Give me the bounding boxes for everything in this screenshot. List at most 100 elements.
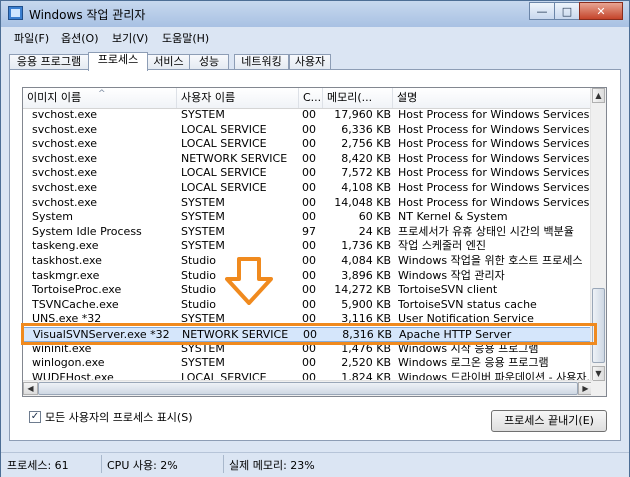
cell-description: Windows 작업 관리자 <box>398 268 505 282</box>
table-row[interactable]: svchost.exe LOCAL SERVICE 00 4,108 KB Host P… <box>23 181 593 196</box>
cell-user-name: SYSTEM <box>181 239 225 253</box>
cell-memory: 2,520 KB <box>341 356 391 370</box>
cell-description: Host Process for Windows Services <box>398 108 590 121</box>
cell-memory: 3,896 KB <box>341 268 391 282</box>
column-description-label: 설명 <box>397 91 418 104</box>
process-list[interactable]: 이미지 이름 ^ 사용자 이름 C... 메모리(... 설명 svchost.… <box>22 87 607 397</box>
table-row[interactable]: svchost.exe SYSTEM 00 17,960 KB Host Process… <box>23 108 593 123</box>
table-row[interactable]: taskeng.exe SYSTEM 00 1,736 KB 작업 스케줄러 엔진 <box>23 239 593 254</box>
cell-image-name: taskeng.exe <box>32 239 99 253</box>
table-row[interactable]: svchost.exe SYSTEM 00 14,048 KB Host Process… <box>23 196 593 211</box>
cell-memory: 4,084 KB <box>341 254 391 267</box>
cell-description: Windows 로그온 응용 프로그램 <box>398 356 549 370</box>
table-row[interactable]: System Idle Process SYSTEM 97 24 KB 프로세서가 유휴… <box>23 225 593 240</box>
status-bar: 프로세스: 61 CPU 사용: 2% 실제 메모리: 23% <box>1 452 629 477</box>
column-cpu[interactable]: C... <box>299 88 323 108</box>
tab-services[interactable]: 서비스 <box>147 54 190 70</box>
cell-image-name: svchost.exe <box>32 195 98 209</box>
cell-description: 작업 스케줄러 엔진 <box>398 239 486 253</box>
close-button[interactable]: ✕ <box>579 2 623 20</box>
table-row[interactable]: taskhost.exe Studio 00 4,084 KB Windows 작업을 … <box>23 254 593 269</box>
table-row[interactable]: svchost.exe LOCAL SERVICE 00 7,572 KB Host P… <box>23 166 593 181</box>
table-row[interactable]: System SYSTEM 00 60 KB NT Kernel & System <box>23 210 593 225</box>
table-row[interactable]: svchost.exe LOCAL SERVICE 00 2,756 KB Host P… <box>23 137 593 152</box>
cell-memory: 17,960 KB <box>334 108 391 121</box>
maximize-button[interactable]: □ <box>554 2 580 20</box>
column-image-name-label: 이미지 이름 <box>27 91 82 104</box>
cell-cpu: 00 <box>302 210 316 224</box>
minimize-button[interactable]: — <box>529 2 555 20</box>
show-all-users-option[interactable]: ✓ 모든 사용자의 프로세스 표시(S) <box>29 409 193 425</box>
horizontal-scrollbar[interactable]: ◀ ▶ <box>23 380 593 396</box>
cell-cpu: 00 <box>302 268 316 282</box>
status-divider <box>223 455 224 473</box>
tab-performance[interactable]: 성능 <box>189 54 229 70</box>
menu-file[interactable]: 파일(F) <box>14 30 49 46</box>
cell-description: Host Process for Windows Services <box>398 181 590 194</box>
column-description[interactable]: 설명 <box>393 88 593 108</box>
cell-cpu: 00 <box>302 166 316 180</box>
tab-users[interactable]: 사용자 <box>289 54 331 70</box>
cell-cpu: 97 <box>302 224 316 238</box>
task-manager-window: Windows 작업 관리자 — □ ✕ 파일(F) 옵션(O) 보기(V) 도… <box>0 0 630 477</box>
arrow-up-icon: ▲ <box>595 91 602 100</box>
show-all-users-checkbox[interactable]: ✓ <box>29 411 41 423</box>
annotation-down-arrow-icon <box>225 257 273 305</box>
horizontal-scroll-thumb[interactable] <box>38 382 578 395</box>
cell-memory: 2,756 KB <box>341 137 391 151</box>
table-row[interactable]: svchost.exe NETWORK SERVICE 00 8,420 KB Host… <box>23 152 593 167</box>
cell-user-name: NETWORK SERVICE <box>181 151 288 165</box>
end-process-button[interactable]: 프로세스 끝내기(E) <box>491 410 607 432</box>
scroll-down-button[interactable]: ▼ <box>592 366 605 381</box>
scroll-left-button[interactable]: ◀ <box>23 382 38 395</box>
cell-description: Host Process for Windows Services <box>398 166 590 180</box>
arrow-right-icon: ▶ <box>582 384 589 393</box>
cell-image-name: svchost.exe <box>32 108 98 121</box>
tab-processes[interactable]: 프로세스 <box>88 52 148 71</box>
status-memory-usage: 실제 메모리: 23% <box>229 459 315 472</box>
cell-cpu: 00 <box>302 137 316 151</box>
column-cpu-label: C... <box>303 91 322 104</box>
cell-description: Windows 작업을 위한 호스트 프로세스 <box>398 254 583 267</box>
status-process-count: 프로세스: 61 <box>7 459 69 472</box>
cell-image-name: taskhost.exe <box>32 254 102 267</box>
vertical-scrollbar[interactable]: ▲ ▼ <box>590 88 606 396</box>
cell-memory: 6,336 KB <box>341 122 391 136</box>
column-memory[interactable]: 메모리(... <box>323 88 393 108</box>
column-user-name[interactable]: 사용자 이름 <box>177 88 299 108</box>
tab-applications[interactable]: 응용 프로그램 <box>9 54 89 70</box>
maximize-icon: □ <box>561 4 573 18</box>
cell-image-name: TSVNCache.exe <box>32 297 119 311</box>
tab-networking[interactable]: 네트워킹 <box>234 54 289 70</box>
scroll-up-button[interactable]: ▲ <box>592 88 605 103</box>
table-row[interactable]: TSVNCache.exe Studio 00 5,900 KB TortoiseSVN… <box>23 298 593 313</box>
cell-cpu: 00 <box>302 195 316 209</box>
checkmark-icon: ✓ <box>30 411 40 422</box>
column-image-name[interactable]: 이미지 이름 ^ <box>23 88 177 108</box>
cell-memory: 5,900 KB <box>341 297 391 311</box>
cell-image-name: svchost.exe <box>32 166 98 180</box>
cell-memory: 1,736 KB <box>341 239 391 253</box>
cell-description: TortoiseSVN status cache <box>398 297 537 311</box>
cell-memory: 8,420 KB <box>341 151 391 165</box>
cell-user-name: LOCAL SERVICE <box>181 122 267 136</box>
menu-options[interactable]: 옵션(O) <box>61 30 98 46</box>
table-row[interactable]: winlogon.exe SYSTEM 00 2,520 KB Windows 로그온 … <box>23 356 593 371</box>
cell-cpu: 00 <box>302 151 316 165</box>
cell-user-name: LOCAL SERVICE <box>181 137 267 151</box>
menu-help[interactable]: 도움말(H) <box>162 30 209 46</box>
task-manager-icon <box>8 6 23 20</box>
show-all-users-label: 모든 사용자의 프로세스 표시(S) <box>45 411 193 424</box>
column-user-name-label: 사용자 이름 <box>181 91 236 104</box>
cell-image-name: System <box>32 210 74 224</box>
caption-buttons: — □ ✕ <box>529 2 623 21</box>
cell-memory: 24 KB <box>358 224 391 238</box>
cell-memory: 4,108 KB <box>341 181 391 194</box>
table-row[interactable]: svchost.exe LOCAL SERVICE 00 6,336 KB Host P… <box>23 123 593 138</box>
table-row[interactable]: taskmgr.exe Studio 00 3,896 KB Windows 작업 관리… <box>23 269 593 284</box>
title-bar[interactable]: Windows 작업 관리자 — □ ✕ <box>1 1 629 27</box>
menu-view[interactable]: 보기(V) <box>112 30 148 46</box>
cell-image-name: svchost.exe <box>32 151 98 165</box>
cell-cpu: 00 <box>302 108 316 121</box>
table-row[interactable]: TortoiseProc.exe Studio 00 14,272 KB Tortois… <box>23 283 593 298</box>
